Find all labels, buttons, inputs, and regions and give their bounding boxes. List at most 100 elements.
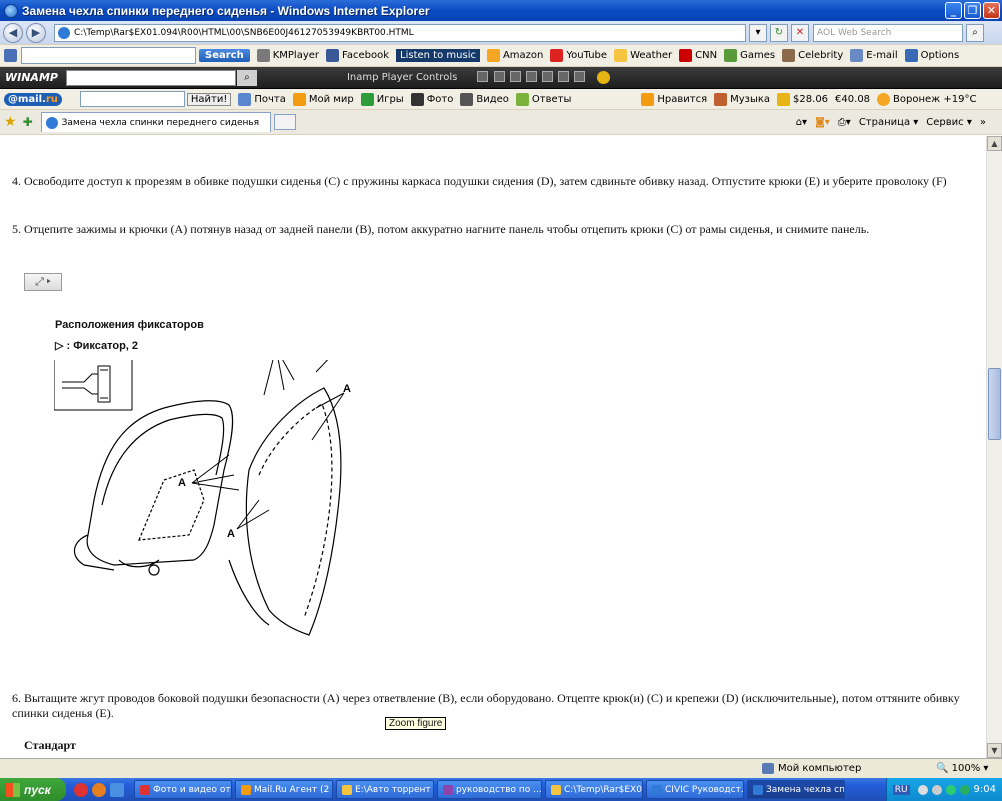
cnn-link[interactable]: CNN	[679, 49, 717, 62]
mail-link[interactable]: Почта	[238, 92, 286, 106]
back-button[interactable]: ◀	[3, 22, 23, 43]
desktop-icon[interactable]	[110, 782, 124, 797]
maximize-button[interactable]: ❐	[964, 2, 981, 19]
pause-icon[interactable]	[509, 70, 521, 82]
network-icon[interactable]	[917, 784, 928, 795]
web-search-input[interactable]: AOL Web Search	[813, 23, 963, 42]
page-menu[interactable]: Страница ▾	[859, 117, 918, 128]
figure-legend: ▷ : Фиксатор, 2	[55, 340, 139, 352]
task-current-window[interactable]: Замена чехла сп...	[747, 780, 845, 799]
answers-link[interactable]: Ответы	[515, 92, 571, 106]
facebook-link[interactable]: Facebook	[326, 49, 389, 62]
forward-button[interactable]: ▶	[26, 22, 46, 43]
tab-active[interactable]: Замена чехла спинки переднего сиденья	[40, 112, 271, 132]
scroll-down-icon[interactable]: ▼	[987, 743, 1002, 758]
new-tab-button[interactable]	[273, 114, 296, 130]
toolbar-search-input[interactable]	[21, 47, 196, 64]
weather-link[interactable]: Weather	[614, 49, 672, 62]
usd-rate: $28.06	[777, 92, 828, 106]
tools-menu[interactable]: Сервис ▾	[926, 117, 972, 128]
task-manual[interactable]: руководство по ...	[437, 780, 542, 799]
stop-track-icon[interactable]	[525, 70, 537, 82]
eject-icon[interactable]	[558, 70, 570, 82]
mailru-logo[interactable]: @mail.ru	[4, 92, 62, 106]
music-link[interactable]: Музыка	[714, 92, 770, 106]
currency-icon	[777, 92, 791, 106]
listen-music-button[interactable]: Listen to music	[396, 49, 480, 62]
feeds-icon[interactable]: ◙▾	[815, 117, 830, 128]
task-photo-video[interactable]: Фото и видео от...	[134, 780, 232, 799]
toolbar-search-button[interactable]: Search	[199, 49, 250, 62]
games-link[interactable]: Games	[724, 49, 775, 62]
label-a-bottom: A	[227, 528, 235, 540]
answers-icon	[515, 92, 529, 106]
step-4: 4. Освободите доступ к прорезям в обивке…	[12, 174, 947, 188]
add-favorite-icon[interactable]: ✚	[23, 115, 33, 129]
start-button[interactable]: пуск	[0, 778, 66, 801]
mailru-search-input[interactable]	[79, 91, 185, 107]
scroll-thumb[interactable]	[988, 368, 1001, 440]
games-icon	[724, 49, 738, 62]
options-icon	[904, 49, 918, 62]
like-icon	[641, 92, 655, 106]
celebrity-link[interactable]: Celebrity	[782, 49, 843, 62]
weather-voronezh[interactable]: Воронеж +19°C	[877, 92, 976, 106]
address-text: C:\Temp\Rar$EX01.094\R00\HTML\00\SNB6E00…	[74, 27, 414, 38]
window-title: Замена чехла спинки переднего сиденья - …	[22, 3, 430, 18]
section-heading-standard: Стандарт	[24, 738, 76, 752]
fastener-inset	[54, 360, 133, 411]
vertical-scrollbar[interactable]: ▲ ▼	[986, 136, 1002, 758]
options-link[interactable]: Options	[904, 49, 959, 62]
home-icon[interactable]: ⌂▾	[796, 117, 807, 128]
stop-icon[interactable]: ✕	[791, 23, 809, 42]
search-go-icon[interactable]: ⌕	[966, 23, 984, 42]
scroll-up-icon[interactable]: ▲	[987, 136, 1002, 151]
task-mail-agent[interactable]: Mail.Ru Агент (2 ...	[235, 780, 333, 799]
print-icon[interactable]: ⎙▾	[838, 117, 851, 128]
security-tray-icon[interactable]	[959, 784, 970, 795]
language-indicator[interactable]: RU	[892, 784, 910, 795]
weather-icon	[614, 49, 628, 62]
volume-icon[interactable]	[574, 70, 586, 82]
favorites-star-icon[interactable]: ★	[4, 114, 17, 130]
settings-gear-icon[interactable]	[597, 71, 611, 84]
volume-tray-icon[interactable]	[931, 784, 942, 795]
address-dropdown-icon[interactable]: ▾	[749, 23, 767, 42]
games-ru-icon	[360, 92, 374, 106]
winamp-search-input[interactable]	[65, 69, 236, 86]
winamp-controls-label: Inamp Player Controls	[346, 72, 458, 83]
firefox-icon[interactable]	[92, 782, 106, 797]
mailru-toolbar: @mail.ru Найти! Почта Мой мир Игры Фото …	[0, 89, 1002, 110]
task-civic[interactable]: CIVIC Руководст...	[646, 780, 744, 799]
kmplayer-link[interactable]: KMPlayer	[256, 49, 319, 62]
refresh-icon[interactable]: ↻	[770, 23, 788, 42]
email-link[interactable]: E-mail	[850, 49, 898, 62]
youtube-link[interactable]: YouTube	[550, 49, 607, 62]
more-chevron-icon[interactable]: »	[980, 117, 986, 128]
amazon-link[interactable]: Amazon	[486, 49, 543, 62]
close-button[interactable]: ✕	[983, 2, 1000, 19]
zoom-level[interactable]: 🔍 100% ▾	[936, 763, 988, 774]
video-link[interactable]: Видео	[460, 92, 509, 106]
games-ru-link[interactable]: Игры	[360, 92, 404, 106]
winamp-search-icon[interactable]: ⌕	[236, 69, 257, 86]
like-link[interactable]: Нравится	[641, 92, 707, 106]
search-toolbar: Search KMPlayer Facebook Listen to music…	[0, 45, 1002, 67]
prev-track-icon[interactable]	[477, 70, 489, 82]
ie-icon	[4, 3, 18, 18]
zoom-figure-icon[interactable]: ⤢ ▸	[24, 273, 62, 291]
celebrity-icon	[782, 49, 796, 62]
play-icon[interactable]	[493, 70, 505, 82]
system-tray: RU 9:04	[885, 778, 1002, 801]
address-bar[interactable]: C:\Temp\Rar$EX01.094\R00\HTML\00\SNB6E00…	[54, 23, 746, 42]
opera-icon[interactable]	[74, 782, 88, 797]
my-world-link[interactable]: Мой мир	[292, 92, 354, 106]
agent-tray-icon[interactable]	[945, 784, 956, 795]
photo-link[interactable]: Фото	[410, 92, 453, 106]
task-auto-torrent[interactable]: E:\Авто торрент	[336, 780, 434, 799]
next-track-icon[interactable]	[542, 70, 554, 82]
mailru-find-button[interactable]: Найти!	[186, 92, 232, 106]
sun-icon	[877, 92, 891, 106]
minimize-button[interactable]: _	[945, 2, 962, 19]
task-temp-folder[interactable]: C:\Temp\Rar$EX0...	[545, 780, 643, 799]
